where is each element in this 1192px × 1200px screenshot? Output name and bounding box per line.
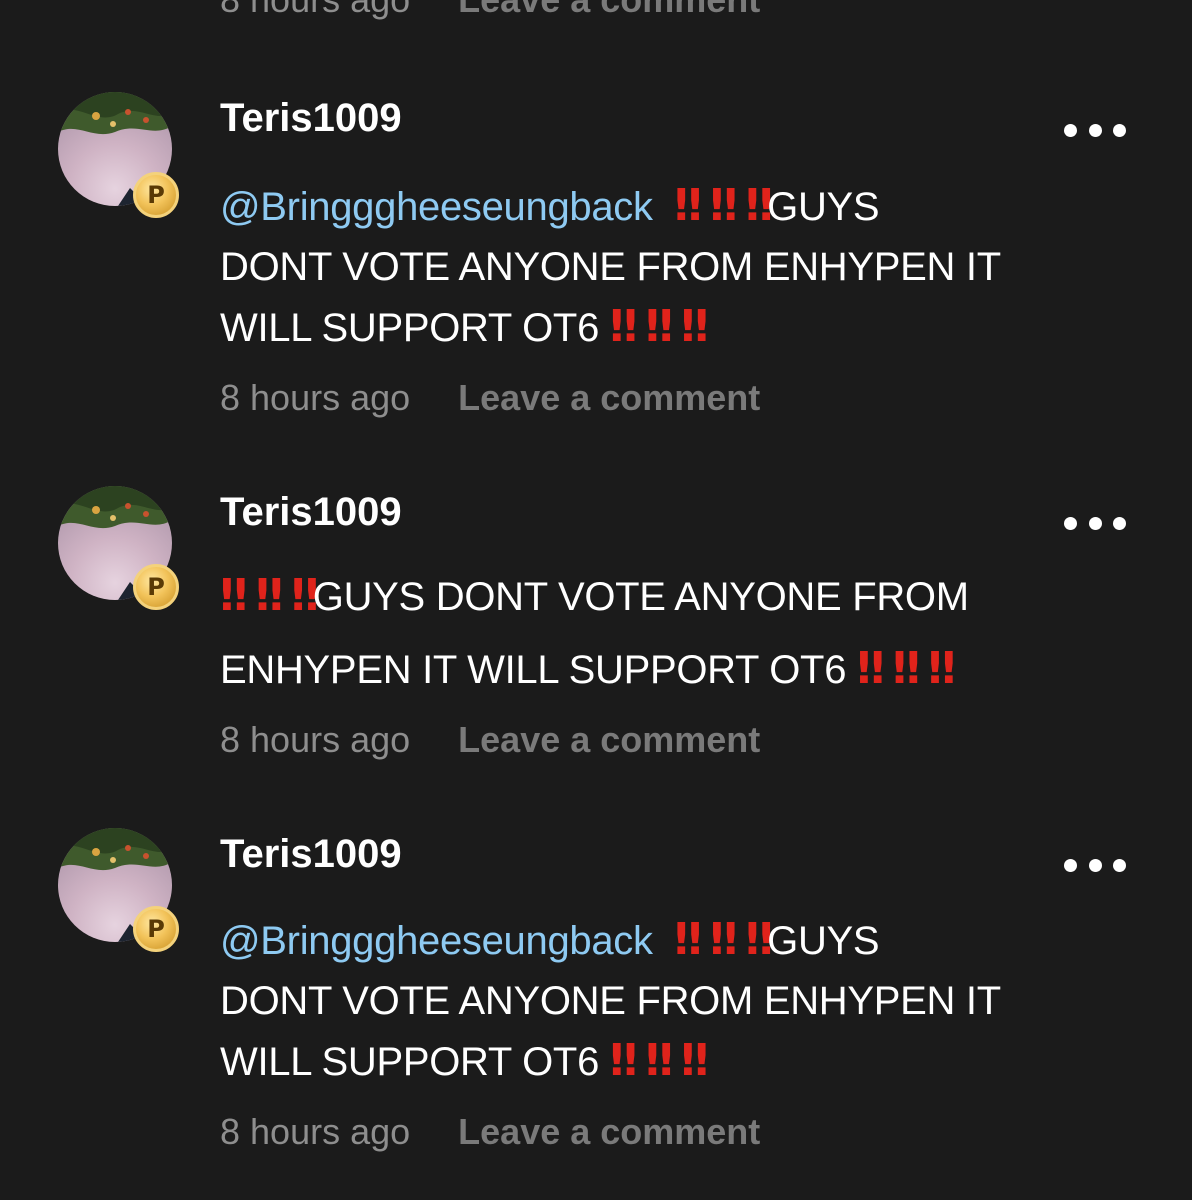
exclamation-icon: ‼: [674, 180, 701, 231]
username[interactable]: Teris1009: [220, 834, 402, 874]
leave-comment-link[interactable]: Leave a comment: [458, 380, 760, 416]
exclamation-icon: ‼: [892, 643, 920, 694]
exclamation-icon: ‼: [674, 914, 701, 965]
comment-body: @Bringggheeseungback ‼ ‼ ‼GUYS DONT VOTE A…: [220, 910, 1040, 1092]
comment-line: ‼ ‼ ‼GUYS DONT VOTE ANYONE FROM: [220, 560, 1040, 633]
dot: [1064, 516, 1077, 530]
exclamation-icon: ‼: [220, 570, 247, 621]
exclamation-icon: ‼: [709, 180, 737, 231]
more-options-icon[interactable]: [1064, 118, 1126, 142]
leave-comment-link[interactable]: Leave a comment: [458, 0, 760, 18]
leave-comment-link[interactable]: Leave a comment: [458, 1114, 760, 1150]
more-options-icon[interactable]: [1064, 511, 1126, 535]
comment-body: ‼ ‼ ‼GUYS DONT VOTE ANYONE FROM ENHYPEN IT…: [220, 560, 1040, 706]
exclamation-icon: ‼: [856, 643, 884, 694]
exclamation-icon: ‼: [681, 301, 708, 352]
dot: [1088, 858, 1102, 872]
comment-line: ENHYPEN IT WILL SUPPORT OT6 ‼ ‼ ‼: [220, 633, 1040, 706]
comment-meta: 8 hours ago Leave a comment: [220, 1114, 760, 1150]
comment-meta: 8 hours ago Leave a comment: [220, 722, 760, 758]
exclamation-icon: ‼: [291, 570, 318, 621]
timestamp: 8 hours ago: [220, 1111, 411, 1152]
exclamation-icon: ‼: [681, 1035, 708, 1086]
premium-badge-icon: P: [133, 564, 179, 610]
exclamation-icon: ‼: [645, 1035, 672, 1086]
dot: [1088, 123, 1102, 137]
comment-line: DONT VOTE ANYONE FROM ENHYPEN IT: [220, 245, 1001, 289]
exclamation-icon: ‼: [745, 914, 773, 965]
comment-text: WILL SUPPORT OT6: [220, 306, 600, 350]
timestamp: 8 hours ago: [220, 719, 411, 760]
comment-meta: 8 hours ago Leave a comment: [220, 380, 760, 416]
dot: [1113, 123, 1126, 137]
comment-text: GUYS: [767, 919, 880, 963]
exclamation-icon: ‼: [609, 1035, 637, 1086]
comment-text: GUYS: [767, 185, 880, 229]
exclamation-icon: ‼: [745, 180, 773, 231]
username[interactable]: Teris1009: [220, 98, 402, 138]
user-mention[interactable]: @Bringggheeseungback: [220, 185, 653, 229]
timestamp: 8 hours ago: [220, 377, 411, 418]
dot: [1113, 516, 1126, 530]
dot: [1064, 123, 1077, 137]
previous-comment-meta: 8 hours ago Leave a comment: [220, 0, 760, 18]
dot: [1113, 858, 1126, 872]
exclamation-icon: ‼: [609, 301, 637, 352]
exclamation-icon: ‼: [709, 914, 737, 965]
user-mention[interactable]: @Bringggheeseungback: [220, 919, 653, 963]
dot: [1064, 858, 1077, 872]
comment-line: @Bringggheeseungback ‼ ‼ ‼GUYS: [220, 176, 1040, 237]
premium-badge-icon: P: [133, 906, 179, 952]
timestamp: 8 hours ago: [220, 0, 410, 18]
comment-body: @Bringggheeseungback ‼ ‼ ‼GUYS DONT VOTE A…: [220, 176, 1040, 358]
exclamation-icon: ‼: [255, 570, 283, 621]
comment-line: DONT VOTE ANYONE FROM ENHYPEN IT: [220, 979, 1001, 1023]
username[interactable]: Teris1009: [220, 492, 402, 532]
comment-line: WILL SUPPORT OT6 ‼ ‼ ‼: [220, 297, 1040, 358]
comment-text: GUYS DONT VOTE ANYONE FROM: [312, 575, 969, 619]
comment-line: @Bringggheeseungback ‼ ‼ ‼GUYS: [220, 910, 1040, 971]
leave-comment-link[interactable]: Leave a comment: [458, 722, 760, 758]
comment-text: WILL SUPPORT OT6: [220, 1040, 600, 1084]
exclamation-icon: ‼: [645, 301, 672, 352]
dot: [1088, 516, 1102, 530]
more-options-icon[interactable]: [1064, 853, 1126, 877]
comment-text: ENHYPEN IT WILL SUPPORT OT6: [220, 648, 847, 692]
premium-badge-icon: P: [133, 172, 179, 218]
comment-line: WILL SUPPORT OT6 ‼ ‼ ‼: [220, 1031, 1040, 1092]
exclamation-icon: ‼: [928, 643, 955, 694]
